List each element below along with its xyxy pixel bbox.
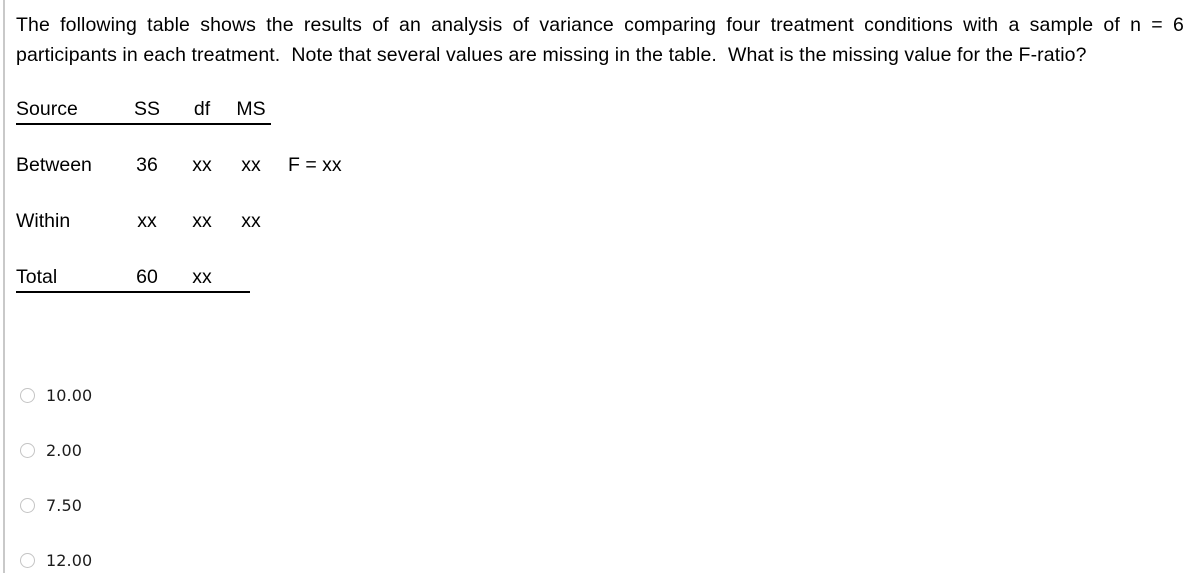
radio-button-icon[interactable] [20, 443, 35, 458]
answer-options-list: 10.00 2.00 7.50 12.00 [0, 368, 1200, 588]
total-ss-value: 60 [136, 266, 158, 288]
total-df-value: xx [192, 266, 212, 288]
column-header-ss: SS [133, 98, 160, 120]
within-ms-value: xx [241, 210, 261, 232]
answer-option-1[interactable]: 10.00 [0, 368, 1200, 423]
question-stem-line-2: participants in each treatment. Note tha… [16, 44, 1087, 66]
answer-option-label: 7.50 [46, 496, 83, 515]
header-underline [16, 123, 271, 125]
answer-option-label: 2.00 [46, 441, 83, 460]
radio-button-icon[interactable] [20, 388, 35, 403]
answer-option-label: 10.00 [46, 386, 93, 405]
question-stem-line-1: The following table shows the results of… [16, 14, 1184, 36]
column-header-df: df [193, 98, 211, 120]
row-label-total: Total [16, 266, 58, 288]
answer-option-4[interactable]: 12.00 [0, 533, 1200, 588]
within-df-value: xx [192, 210, 212, 232]
answer-option-2[interactable]: 2.00 [0, 423, 1200, 478]
answer-option-label: 12.00 [46, 551, 93, 570]
column-header-ms: MS [236, 98, 266, 120]
answer-option-3[interactable]: 7.50 [0, 478, 1200, 533]
f-ratio-value: F = xx [288, 154, 342, 176]
within-ss-value: xx [137, 210, 157, 232]
between-ss-value: 36 [136, 154, 158, 176]
between-df-value: xx [192, 154, 212, 176]
between-ms-value: xx [241, 154, 261, 176]
radio-button-icon[interactable] [20, 553, 35, 568]
total-underline [16, 291, 250, 293]
column-header-source: Source [16, 98, 78, 120]
row-label-between: Between [16, 154, 92, 176]
question-stem: The following table shows the results of… [16, 10, 1184, 70]
row-label-within: Within [16, 210, 71, 232]
radio-button-icon[interactable] [20, 498, 35, 513]
